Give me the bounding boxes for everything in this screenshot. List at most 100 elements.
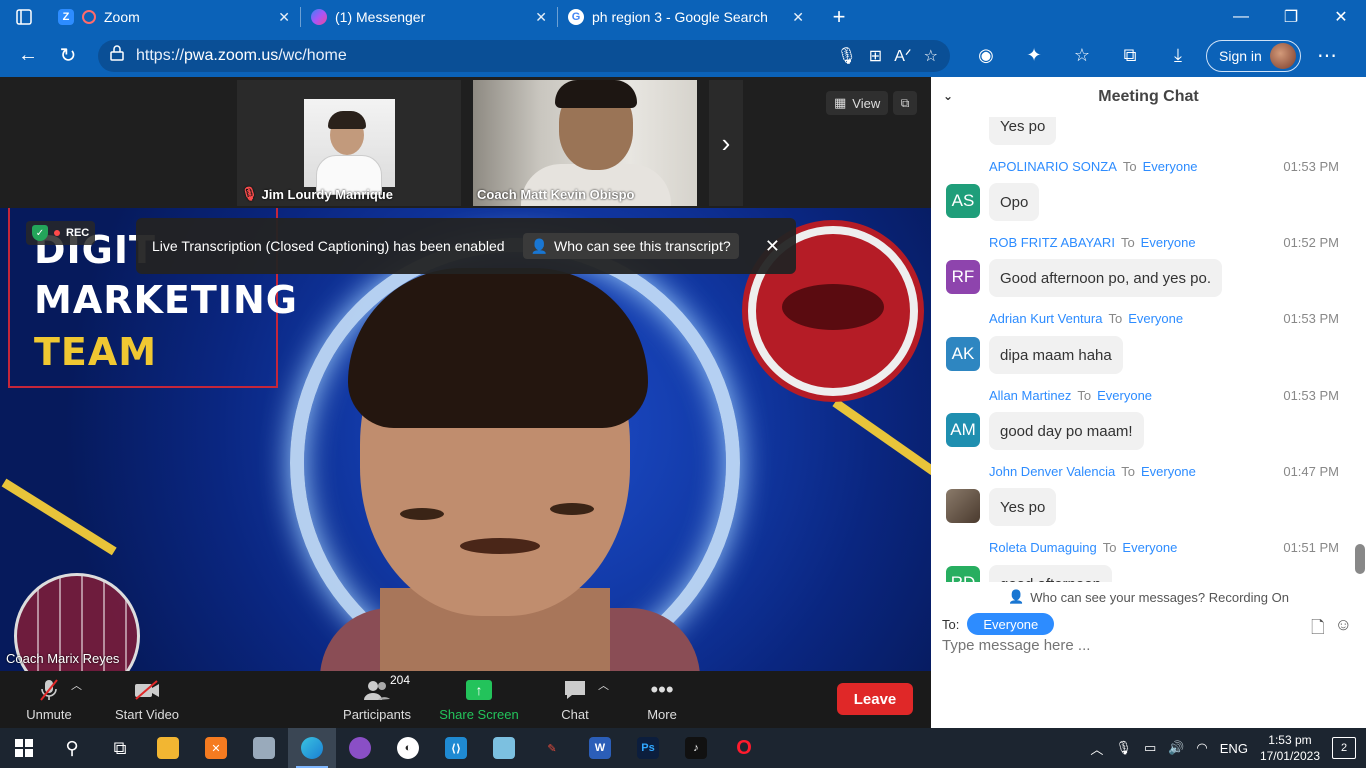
view-button[interactable]: ▦ View: [826, 91, 889, 115]
recipient-row: To: Everyone: [942, 613, 1055, 635]
sender-name[interactable]: Adrian Kurt Ventura: [989, 311, 1102, 326]
who-can-see-transcript-button[interactable]: 👤 Who can see this transcript?: [522, 233, 739, 259]
chat-message-header: Adrian Kurt Ventura To Everyone 01:53 PM: [989, 311, 1339, 326]
show-hidden-icons-chevron-icon[interactable]: ︿: [1090, 739, 1103, 758]
restore-icon[interactable]: ❐: [1266, 0, 1316, 34]
sender-name[interactable]: APOLINARIO SONZA: [989, 159, 1117, 174]
recipient-name: Everyone: [1140, 464, 1196, 479]
recipient-name: Everyone: [1128, 311, 1184, 326]
tab-title: (1) Messenger: [335, 9, 426, 25]
sender-name[interactable]: Allan Martinez: [989, 388, 1071, 403]
audio-options-chevron-icon[interactable]: ︿: [71, 677, 82, 693]
who-can-see-messages[interactable]: 👤 Who can see your messages? Recording O…: [931, 589, 1366, 605]
recipient-selector[interactable]: Everyone: [967, 613, 1055, 635]
recipient-name: Everyone: [1142, 159, 1198, 174]
volume-icon[interactable]: 🔊: [1168, 740, 1184, 756]
start-video-button[interactable]: Start Video: [112, 671, 182, 728]
gallery-next-icon[interactable]: ›: [709, 80, 743, 206]
edge-browser-icon[interactable]: [288, 728, 336, 768]
windows-start-icon[interactable]: [0, 728, 48, 768]
avatar: RD: [946, 566, 980, 582]
participant-video-tile[interactable]: Coach Matt Kevin Obispo: [473, 80, 697, 206]
more-menu-icon[interactable]: ⋯: [1307, 40, 1347, 72]
back-icon[interactable]: ←: [8, 40, 48, 72]
app-available-icon[interactable]: ⊞: [869, 46, 882, 66]
tab-close-icon[interactable]: ✕: [535, 9, 547, 26]
system-tray: ︿ 🎙 ▭ 🔊 ◠ ENG 1:53 pm 17/01/2023 2: [1090, 732, 1366, 764]
pencil-app-icon[interactable]: ✎: [528, 728, 576, 768]
vscode-icon[interactable]: ⟨⟩: [432, 728, 480, 768]
more-dots-icon: •••: [650, 677, 674, 702]
address-bar[interactable]: https://pwa.zoom.us/wc/home 🎙 ⊞ Aᐟ ☆: [98, 39, 950, 72]
recording-dot-icon: [54, 230, 60, 236]
chat-message-list[interactable]: Yes po APOLINARIO SONZA To Everyone 01:5…: [931, 117, 1366, 582]
add-favorite-icon[interactable]: ☆: [924, 46, 938, 66]
message-time: 01:51 PM: [1283, 540, 1339, 555]
collapse-chevron-icon[interactable]: ⌄: [943, 89, 953, 103]
chat-options-chevron-icon[interactable]: ︿: [598, 677, 609, 693]
xampp-icon[interactable]: ✕: [192, 728, 240, 768]
opera-icon[interactable]: O: [720, 728, 768, 768]
word-icon[interactable]: W: [576, 728, 624, 768]
favorites-icon[interactable]: ☆: [1060, 40, 1104, 72]
app-window-icon[interactable]: [240, 728, 288, 768]
file-explorer-icon[interactable]: [144, 728, 192, 768]
sign-in-button[interactable]: Sign in: [1206, 39, 1301, 72]
clock[interactable]: 1:53 pm 17/01/2023: [1260, 732, 1320, 764]
chat-header: ⌄ Meeting Chat: [931, 77, 1366, 117]
tab-zoom[interactable]: Z Zoom ✕: [48, 0, 300, 34]
task-view-icon[interactable]: ⧉: [96, 728, 144, 768]
chat-message-bubble: Yes po: [989, 488, 1057, 526]
extension-icon[interactable]: ◉: [964, 40, 1008, 72]
app-sheet-icon[interactable]: [480, 728, 528, 768]
avatar: [946, 489, 980, 523]
microphone-tray-icon[interactable]: 🎙: [1115, 740, 1132, 756]
unmute-button[interactable]: ︿ Unmute: [24, 671, 82, 728]
tab-close-icon[interactable]: ✕: [278, 9, 290, 26]
avatar: AS: [946, 184, 980, 218]
collections-icon[interactable]: ⧉: [1108, 40, 1152, 72]
network-icon[interactable]: ▭: [1144, 740, 1156, 756]
search-icon[interactable]: ⚲: [48, 728, 96, 768]
chat-bubble-icon: ︿: [563, 677, 609, 703]
recording-badge[interactable]: ✓ REC: [26, 221, 96, 245]
participants-icon: [363, 677, 391, 703]
sender-name[interactable]: ROB FRITZ ABAYARI: [989, 235, 1115, 250]
share-screen-button[interactable]: ↑ Share Screen: [438, 671, 520, 728]
microphone-icon[interactable]: 🎙: [836, 46, 856, 66]
chat-message-input[interactable]: [942, 637, 1342, 654]
picture-in-picture-icon[interactable]: ⧉: [893, 91, 917, 115]
banner-close-icon[interactable]: ✕: [765, 236, 780, 257]
wifi-icon[interactable]: ◠: [1196, 740, 1207, 756]
more-button[interactable]: ••• More: [644, 671, 680, 728]
obs-icon[interactable]: ◐: [384, 728, 432, 768]
lock-icon: [110, 45, 124, 66]
chat-button[interactable]: ︿ Chat: [560, 671, 609, 728]
refresh-icon[interactable]: ↻: [48, 40, 88, 72]
tab-close-icon[interactable]: ✕: [792, 9, 804, 26]
tab-messenger[interactable]: (1) Messenger ✕: [301, 0, 557, 34]
person-lock-icon: 👤: [1008, 589, 1025, 604]
github-desktop-icon[interactable]: [336, 728, 384, 768]
photoshop-icon[interactable]: Ps: [624, 728, 672, 768]
windows-taskbar: ⚲ ⧉ ✕ ◐ ⟨⟩ ✎ W Ps ♪ O ︿ 🎙 ▭ 🔊 ◠ ENG 1:53…: [0, 728, 1366, 768]
close-window-icon[interactable]: ✕: [1316, 0, 1366, 34]
sender-name[interactable]: John Denver Valencia: [989, 464, 1115, 479]
participant-video-tile[interactable]: 🎙 Jim Lourdy Manrique: [237, 80, 461, 206]
read-aloud-icon[interactable]: Aᐟ: [894, 46, 911, 66]
address-bar-row: ← ↻ https://pwa.zoom.us/wc/home 🎙 ⊞ Aᐟ ☆…: [0, 34, 1366, 77]
downloads-icon[interactable]: ⤓: [1156, 40, 1200, 72]
sender-name[interactable]: Roleta Dumaguing: [989, 540, 1097, 555]
extensions-puzzle-icon[interactable]: ✦: [1012, 40, 1056, 72]
new-tab-button[interactable]: +: [814, 0, 864, 34]
tab-actions-icon[interactable]: [0, 0, 48, 34]
notification-center-icon[interactable]: 2: [1332, 737, 1356, 759]
minimize-icon[interactable]: —: [1216, 0, 1266, 34]
tab-google-search[interactable]: G ph region 3 - Google Search ✕: [558, 0, 814, 34]
zoom-favicon-icon: Z: [58, 9, 74, 25]
leave-button[interactable]: Leave: [837, 683, 913, 715]
chat-scrollbar[interactable]: [1355, 544, 1365, 574]
language-indicator[interactable]: ENG: [1220, 741, 1248, 756]
tiktok-icon[interactable]: ♪: [672, 728, 720, 768]
participants-button[interactable]: 204 Participants: [340, 671, 414, 728]
